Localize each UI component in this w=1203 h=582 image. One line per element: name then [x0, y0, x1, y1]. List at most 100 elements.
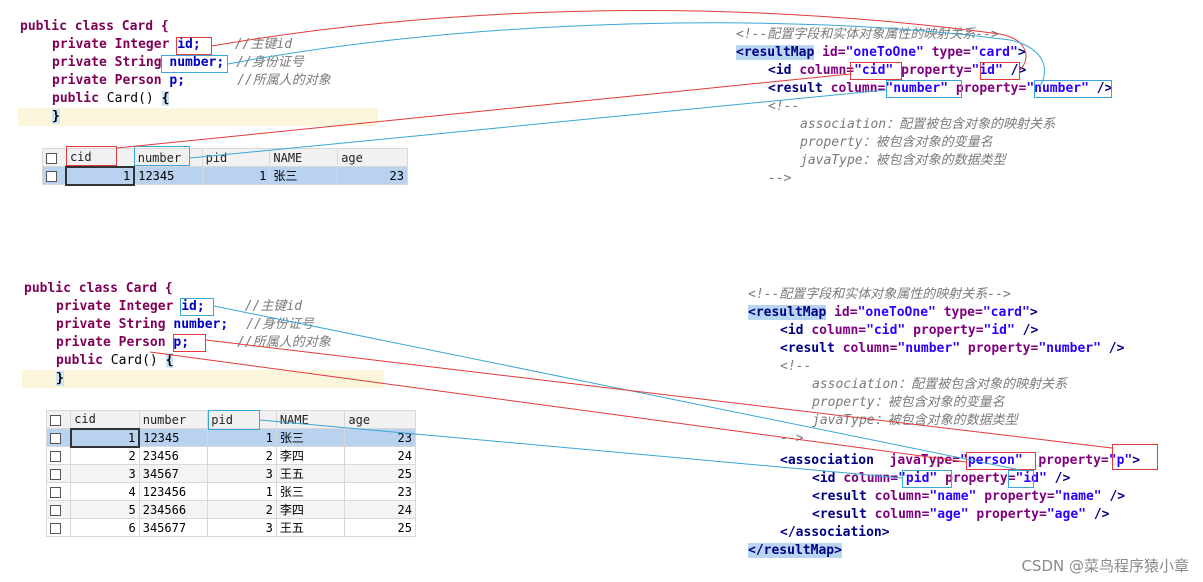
table-header-row: cid number pid NAME age	[45, 410, 416, 429]
watermark: CSDN @菜鸟程序猿小章	[1021, 557, 1189, 575]
row-checkbox[interactable]	[42, 166, 67, 185]
cell-name[interactable]: 张三	[275, 482, 346, 501]
cell-age[interactable]: 25	[344, 518, 416, 537]
table-row[interactable]: 4 123456 1 张三 23	[45, 482, 416, 501]
cell-pid[interactable]: 1	[207, 428, 277, 447]
select-all-checkbox[interactable]	[42, 148, 67, 167]
bottom-xml-code: <!--配置字段和实体对象属性的映射关系--> <resultMap id="o…	[742, 286, 1182, 566]
xml-comment-title: <!--配置字段和实体对象属性的映射关系-->	[736, 27, 999, 42]
column-header-number[interactable]: number	[133, 148, 203, 167]
xml-comment-association: association：配置被包含对象的映射关系	[800, 117, 1056, 132]
select-all-checkbox[interactable]	[45, 410, 72, 429]
association-age-line: <result column="age" property="age" />	[812, 507, 1110, 522]
cell-pid[interactable]: 1	[207, 482, 277, 501]
top-result-table: cid number pid NAME age 1 12345 1 张三 23	[42, 148, 408, 186]
resultmap-open-tag: <resultMap id="oneToOne" type="card">	[748, 305, 1038, 320]
table-row[interactable]: 5 234566 2 李四 24	[45, 500, 416, 519]
cell-pid[interactable]: 3	[207, 518, 277, 537]
xml-comment-close: -->	[780, 431, 804, 446]
row-checkbox[interactable]	[45, 428, 72, 447]
table-row[interactable]: 2 23456 2 李四 24	[45, 446, 416, 465]
class-declaration: public class Card {	[24, 281, 173, 296]
row-checkbox[interactable]	[45, 500, 72, 519]
xml-comment-close: -->	[768, 171, 792, 186]
cell-name[interactable]: 李四	[275, 446, 346, 465]
cell-name[interactable]: 王五	[275, 464, 346, 483]
column-header-pid[interactable]: pid	[201, 148, 271, 167]
xml-comment-javatype: javaType：被包含对象的数据类型	[812, 413, 1018, 428]
cell-number[interactable]: 12345	[138, 428, 209, 447]
xml-comment-association: association：配置被包含对象的映射关系	[812, 377, 1068, 392]
field-id-line: private Integer id;//主键id	[56, 299, 303, 314]
field-id-line: private Integer id;//主键id	[52, 37, 293, 52]
id-mapping-line: <id column="cid" property="id" />	[768, 63, 1027, 78]
table-row[interactable]: 6 345677 3 王五 25	[45, 518, 416, 537]
cell-number[interactable]: 234566	[138, 500, 209, 519]
row-checkbox[interactable]	[45, 464, 72, 483]
cell-pid[interactable]: 2	[207, 446, 277, 465]
cell-age[interactable]: 25	[344, 464, 416, 483]
association-id-line: <id column="pid" property="id" />	[812, 471, 1071, 486]
cell-number[interactable]: 23456	[138, 446, 209, 465]
column-header-name[interactable]: NAME	[269, 148, 339, 167]
cell-pid[interactable]: 1	[201, 166, 271, 185]
column-header-age[interactable]: age	[337, 148, 408, 167]
cell-age[interactable]: 24	[344, 500, 416, 519]
column-header-cid[interactable]: cid	[65, 148, 135, 167]
cell-name[interactable]: 张三	[269, 166, 339, 185]
cell-cid[interactable]: 1	[69, 427, 141, 448]
caret-line-highlight	[22, 370, 384, 388]
cell-pid[interactable]: 2	[207, 500, 277, 519]
association-open-tag: <association javaType="person" property=…	[780, 453, 1141, 468]
cell-cid[interactable]: 4	[70, 482, 140, 501]
association-name-line: <result column="name" property="name" />	[812, 489, 1126, 504]
cell-age[interactable]: 24	[344, 446, 416, 465]
bottom-result-table: cid number pid NAME age 1 12345 1 张三 23 …	[45, 410, 416, 537]
cell-pid[interactable]: 3	[207, 464, 277, 483]
table-row[interactable]: 1 12345 1 张三 23	[45, 427, 416, 448]
caret-line-highlight	[18, 108, 378, 126]
result-mapping-line: <result column="number" property="number…	[780, 341, 1125, 356]
xml-comment-open: <!--	[768, 99, 800, 114]
cell-number[interactable]: 34567	[138, 464, 209, 483]
row-checkbox[interactable]	[45, 482, 72, 501]
cell-number[interactable]: 123456	[138, 482, 209, 501]
table-row[interactable]: 3 34567 3 王五 25	[45, 464, 416, 483]
cell-age[interactable]: 23	[344, 428, 416, 447]
constructor-line: public Card() {	[52, 91, 170, 106]
cell-age[interactable]: 23	[337, 166, 408, 185]
cell-name[interactable]: 张三	[275, 428, 346, 447]
closing-brace: }	[56, 371, 64, 386]
cell-age[interactable]: 23	[344, 482, 416, 501]
cell-name[interactable]: 李四	[275, 500, 346, 519]
xml-comment-open: <!--	[780, 359, 812, 374]
result-mapping-line: <result column="number" property="number…	[768, 81, 1113, 96]
column-header-number[interactable]: number	[138, 410, 209, 429]
cell-name[interactable]: 王五	[275, 518, 346, 537]
top-xml-code: <!--配置字段和实体对象属性的映射关系--> <resultMap id="o…	[730, 20, 1150, 190]
id-mapping-line: <id column="cid" property="id" />	[780, 323, 1039, 338]
field-person-line: private Person p;//所属人的对象	[56, 335, 331, 350]
column-header-name[interactable]: NAME	[275, 410, 346, 429]
cell-cid[interactable]: 5	[70, 500, 140, 519]
table-header-row: cid number pid NAME age	[42, 148, 408, 167]
field-person-line: private Person p;//所属人的对象	[52, 73, 331, 88]
column-header-age[interactable]: age	[344, 410, 416, 429]
cell-number[interactable]: 345677	[138, 518, 209, 537]
row-checkbox[interactable]	[45, 446, 72, 465]
column-header-pid[interactable]: pid	[207, 410, 277, 429]
association-close-tag: </association>	[780, 525, 890, 540]
cell-cid[interactable]: 6	[70, 518, 140, 537]
cell-cid[interactable]: 3	[70, 464, 140, 483]
top-java-code: public class Card { private Integer id; /…	[0, 0, 400, 130]
resultmap-close-tag: </resultMap>	[748, 543, 842, 558]
column-header-cid[interactable]: cid	[70, 410, 140, 429]
field-number-line: private String number;//身份证号	[52, 55, 304, 70]
cell-cid[interactable]: 2	[70, 446, 140, 465]
cell-cid[interactable]: 1	[65, 165, 136, 186]
class-declaration: public class Card {	[20, 19, 169, 34]
closing-brace: }	[52, 109, 60, 124]
row-checkbox[interactable]	[45, 518, 72, 537]
cell-number[interactable]: 12345	[133, 166, 203, 185]
table-row[interactable]: 1 12345 1 张三 23	[42, 165, 408, 186]
